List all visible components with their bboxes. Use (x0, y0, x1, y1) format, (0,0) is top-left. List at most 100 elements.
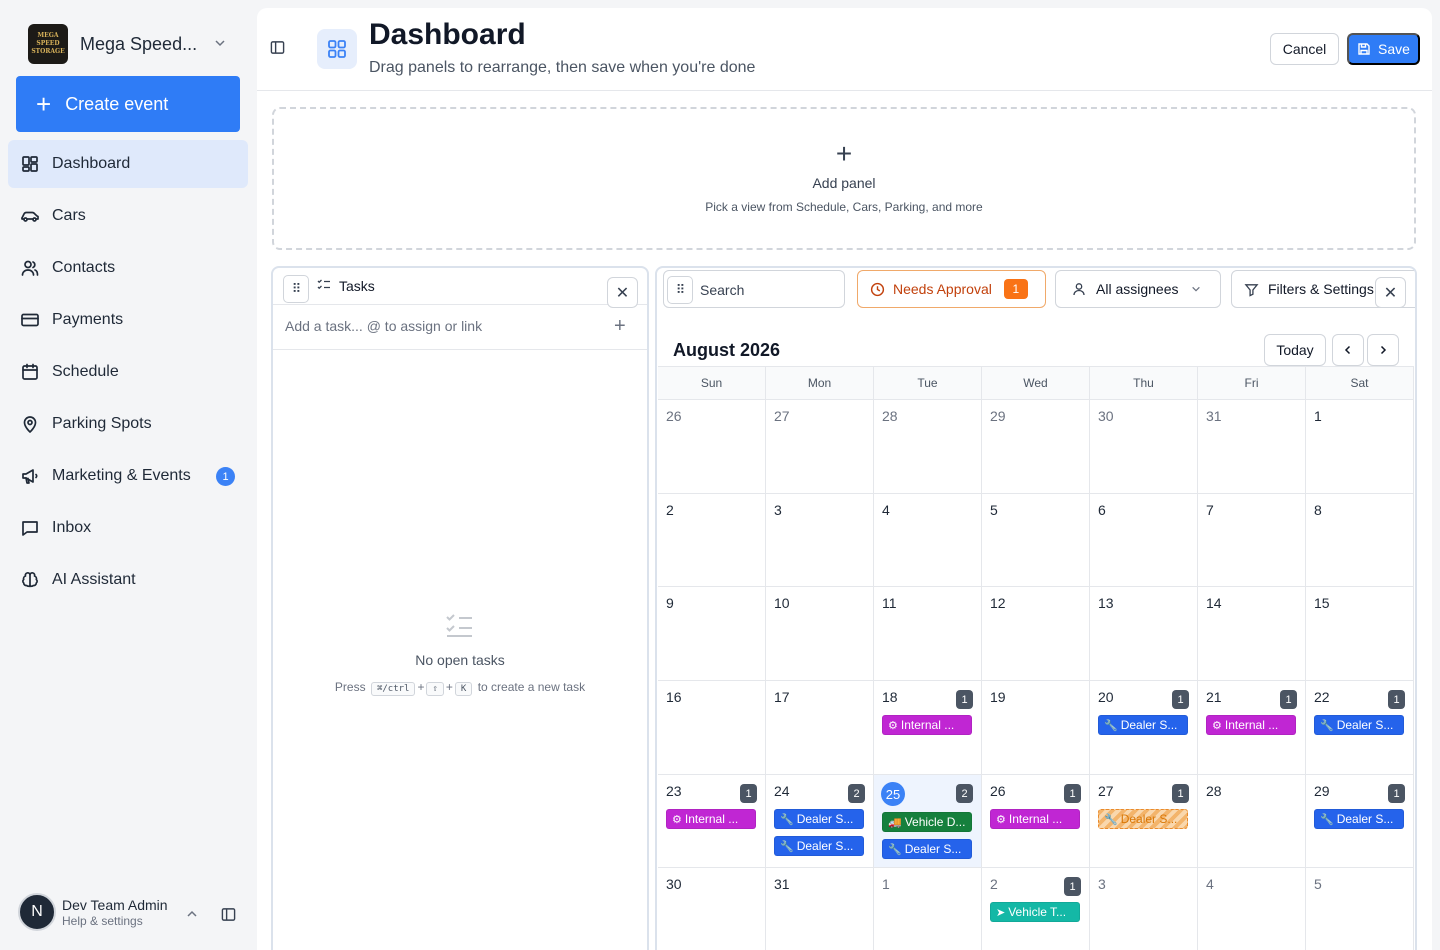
day-number: 29 (990, 408, 1006, 424)
sidebar-item-inbox[interactable]: Inbox (8, 504, 248, 552)
sidebar-toggle-icon[interactable] (270, 40, 285, 60)
calendar-day[interactable]: 20 1 🔧 Dealer S... (1090, 681, 1198, 774)
chevron-right-icon[interactable] (1367, 334, 1399, 366)
event-label: Vehicle D... (904, 815, 966, 829)
calendar-day[interactable]: 25 2 🚚 Vehicle D... 🔧 Dealer S... (874, 775, 982, 867)
plus-icon[interactable]: + (614, 315, 626, 338)
calendar-day[interactable]: 15 (1306, 587, 1414, 680)
sidebar-item-payments[interactable]: Payments (8, 296, 248, 344)
calendar-day[interactable]: 14 (1198, 587, 1306, 680)
calendar-event[interactable]: ⚙ Internal ... (882, 715, 972, 735)
close-icon[interactable]: ✕ (1375, 277, 1406, 308)
chevron-down-icon (1191, 286, 1200, 292)
calendar-day[interactable]: 1 (1306, 400, 1414, 493)
calendar-event[interactable]: 🔧 Dealer S... (1314, 809, 1404, 829)
add-panel-dropzone[interactable]: + Add panel Pick a view from Schedule, C… (272, 107, 1416, 250)
calendar-day[interactable]: 7 (1198, 494, 1306, 586)
weekday-label: Mon (766, 367, 874, 399)
chevron-left-icon[interactable] (1332, 334, 1364, 366)
dashboard-icon (317, 29, 357, 69)
sidebar-item-contacts[interactable]: Contacts (8, 244, 248, 292)
gear-icon: ⚙ (996, 813, 1006, 826)
hint-text: Press (334, 680, 366, 694)
calendar-day[interactable]: 31 (1198, 400, 1306, 493)
calendar-day[interactable]: 1 (874, 868, 982, 950)
calendar-day[interactable]: 17 (766, 681, 874, 774)
drag-handle-icon[interactable]: ⠿ (667, 276, 693, 304)
create-event-button[interactable]: + Create event (16, 76, 240, 132)
sidebar-item-ai-assistant[interactable]: AI Assistant (8, 556, 248, 604)
close-icon[interactable]: ✕ (607, 277, 638, 308)
calendar-day[interactable]: 28 (874, 400, 982, 493)
calendar-day[interactable]: 30 (658, 868, 766, 950)
day-number: 31 (774, 876, 790, 892)
calendar-day[interactable]: 26 1 ⚙ Internal ... (982, 775, 1090, 867)
calendar-event[interactable]: 🔧 Dealer S... (774, 836, 864, 856)
calendar-event[interactable]: 🔧 Dealer S... (882, 839, 972, 859)
day-number: 9 (666, 595, 674, 611)
needs-approval-count: 1 (1003, 279, 1028, 299)
calendar-day[interactable]: 31 (766, 868, 874, 950)
calendar-event[interactable]: 🔧 Dealer S... (1098, 809, 1188, 829)
drag-handle-icon[interactable]: ⠿ (283, 275, 309, 303)
calendar-event[interactable]: ⚙ Internal ... (990, 809, 1080, 829)
sidebar-item-schedule[interactable]: Schedule (8, 348, 248, 396)
calendar-event[interactable]: 🔧 Dealer S... (1314, 715, 1404, 735)
sidebar-item-parking-spots[interactable]: Parking Spots (8, 400, 248, 448)
calendar-day[interactable]: 2 1 ➤ Vehicle T... (982, 868, 1090, 950)
cancel-button[interactable]: Cancel (1270, 33, 1339, 65)
day-number: 5 (1314, 876, 1322, 892)
calendar-day[interactable]: 16 (658, 681, 766, 774)
calendar-day[interactable]: 28 (1198, 775, 1306, 867)
calendar-day[interactable]: 2 (658, 494, 766, 586)
day-number: 3 (1098, 876, 1106, 892)
calendar-day[interactable]: 26 (658, 400, 766, 493)
calendar-day[interactable]: 9 (658, 587, 766, 680)
calendar-day[interactable]: 23 1 ⚙ Internal ... (658, 775, 766, 867)
calendar-day[interactable]: 29 1 🔧 Dealer S... (1306, 775, 1414, 867)
calendar-event[interactable]: 🚚 Vehicle D... (882, 812, 972, 832)
calendar-day[interactable]: 21 1 ⚙ Internal ... (1198, 681, 1306, 774)
calendar-day[interactable]: 13 (1090, 587, 1198, 680)
search-placeholder: Search (700, 282, 745, 298)
day-number: 12 (990, 595, 1006, 611)
calendar-day[interactable]: 18 1 ⚙ Internal ... (874, 681, 982, 774)
sidebar-item-cars[interactable]: Cars (8, 192, 248, 240)
calendar-day[interactable]: 27 1 🔧 Dealer S... (1090, 775, 1198, 867)
calendar-day[interactable]: 4 (1198, 868, 1306, 950)
today-button[interactable]: Today (1264, 334, 1326, 366)
calendar-day[interactable]: 5 (1306, 868, 1414, 950)
calendar-day[interactable]: 3 (1090, 868, 1198, 950)
assignees-select[interactable]: All assignees (1055, 270, 1221, 308)
sidebar-item-marketing-events[interactable]: Marketing & Events 1 (8, 452, 248, 500)
calendar-day[interactable]: 12 (982, 587, 1090, 680)
calendar-day[interactable]: 3 (766, 494, 874, 586)
calendar-event[interactable]: 🔧 Dealer S... (1098, 715, 1188, 735)
calendar-event[interactable]: ⚙ Internal ... (1206, 715, 1296, 735)
calendar-day[interactable]: 27 (766, 400, 874, 493)
calendar-day[interactable]: 24 2 🔧 Dealer S... 🔧 Dealer S... (766, 775, 874, 867)
add-task-input[interactable]: Add a task... @ to assign or link + (273, 305, 647, 350)
calendar-icon (22, 363, 38, 380)
calendar-day[interactable]: 30 (1090, 400, 1198, 493)
calendar-day[interactable]: 29 (982, 400, 1090, 493)
calendar-day[interactable]: 19 (982, 681, 1090, 774)
save-button[interactable]: Save (1347, 33, 1420, 65)
sidebar-item-dashboard[interactable]: Dashboard (8, 140, 248, 188)
needs-approval-button[interactable]: Needs Approval 1 (857, 270, 1046, 308)
map-pin-icon (23, 416, 37, 433)
calendar-event[interactable]: 🔧 Dealer S... (774, 809, 864, 829)
calendar-day[interactable]: 6 (1090, 494, 1198, 586)
calendar-day[interactable]: 8 (1306, 494, 1414, 586)
calendar-day[interactable]: 10 (766, 587, 874, 680)
calendar-day[interactable]: 11 (874, 587, 982, 680)
calendar-day[interactable]: 22 1 🔧 Dealer S... (1306, 681, 1414, 774)
sidebar-toggle-icon[interactable] (221, 907, 236, 927)
user-menu[interactable]: N Dev Team Admin Help & settings (18, 893, 168, 931)
calendar-event[interactable]: ⚙ Internal ... (666, 809, 756, 829)
car-icon (21, 211, 39, 222)
calendar-day[interactable]: 4 (874, 494, 982, 586)
org-switcher[interactable]: MEGA SPEED STORAGE Mega Speed... (28, 24, 225, 64)
calendar-day[interactable]: 5 (982, 494, 1090, 586)
calendar-event[interactable]: ➤ Vehicle T... (990, 902, 1080, 922)
